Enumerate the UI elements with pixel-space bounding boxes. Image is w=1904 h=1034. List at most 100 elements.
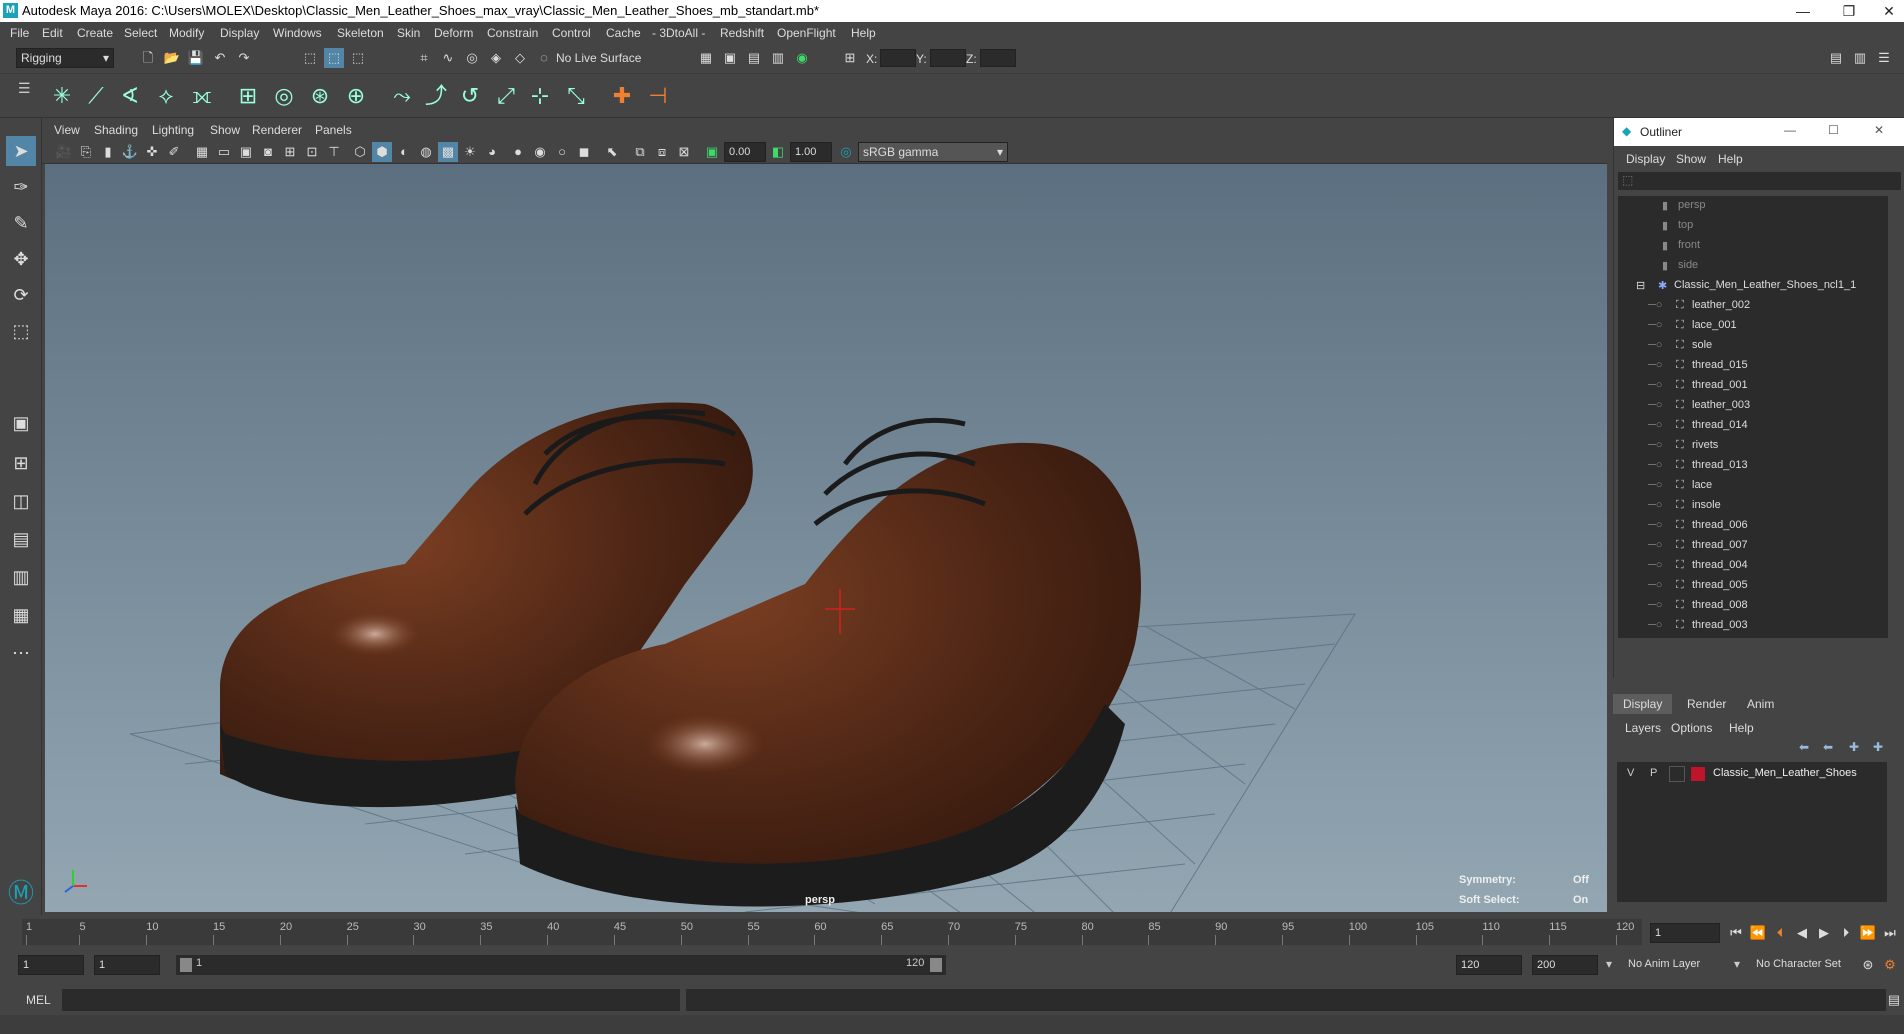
color-management-icon[interactable]: ◎ [836, 142, 856, 162]
scale-tool-icon[interactable]: ⬚ [6, 316, 36, 346]
outliner-menu-display[interactable]: Display [1626, 152, 1665, 166]
gate-mask-icon[interactable]: ◙ [258, 142, 278, 162]
outliner-item-thread-005[interactable]: ─○ ⛶ thread_005 [1618, 576, 1888, 596]
default-material-icon[interactable]: ◐ [394, 142, 414, 162]
shadows-icon[interactable]: ◕ [482, 142, 502, 162]
modeling-toolkit-icon[interactable]: ▤ [1826, 48, 1846, 68]
x-field[interactable] [880, 49, 916, 67]
go-to-start-icon[interactable]: ⏮ [1726, 923, 1746, 943]
set-driven-key-icon[interactable]: ⊣ [642, 80, 674, 112]
wrap-icon[interactable]: ⊛ [304, 80, 336, 112]
tab-anim[interactable]: Anim [1737, 694, 1784, 714]
step-forward-key-icon[interactable]: ⏵ [1836, 923, 1856, 943]
move-tool-icon[interactable]: ✥ [6, 244, 36, 274]
script-editor-icon[interactable]: ▤ [1884, 990, 1904, 1010]
persp-outliner-layout-icon[interactable]: ▤ [6, 524, 36, 554]
live-surface-icon[interactable]: ◌ [534, 48, 554, 68]
menu-deform[interactable]: Deform [434, 26, 473, 40]
outliner-item-lace-001[interactable]: ─○ ⛶ lace_001 [1618, 316, 1888, 336]
step-back-key-icon[interactable]: ⏴ [1770, 923, 1790, 943]
textured-icon[interactable]: ▩ [438, 142, 458, 162]
menu-3dtoall[interactable]: - 3DtoAll - [652, 26, 705, 40]
cluster-icon[interactable]: ⊞ [232, 80, 264, 112]
tab-display[interactable]: Display [1613, 694, 1673, 714]
xray-joints-icon[interactable]: ⧈ [652, 142, 672, 162]
outliner-item-thread-003[interactable]: ─○ ⛶ thread_003 [1618, 616, 1888, 636]
select-tool-icon[interactable]: ➤ [6, 136, 36, 166]
layers-menu-layers[interactable]: Layers [1625, 721, 1661, 735]
current-frame-field[interactable]: 1 [1650, 923, 1720, 943]
character-set-dropdown[interactable]: No Character Set [1756, 958, 1841, 970]
outliner-item-thread-006[interactable]: ─○ ⛶ thread_006 [1618, 516, 1888, 536]
single-pane-layout-icon[interactable]: ▣ [6, 408, 36, 438]
render-frame-icon[interactable]: ▣ [720, 48, 740, 68]
playback-start-field[interactable]: 1 [94, 955, 160, 975]
anim-prefs-icon[interactable]: ⚙ [1880, 955, 1900, 975]
film-gate-icon[interactable]: ▭ [214, 142, 234, 162]
wireframe-icon[interactable]: ⬡ [350, 142, 370, 162]
select-hierarchy-icon[interactable]: ⬚ [300, 48, 320, 68]
time-slider[interactable]: 1 5 10 15 20 25 30 35 40 45 50 55 60 65 70 75 80 85 90 95 10… [0, 915, 1904, 947]
end-time-field[interactable]: 200 [1532, 955, 1598, 975]
paint-select-icon[interactable]: ✎ [6, 208, 36, 238]
z-field[interactable] [980, 49, 1016, 67]
vp-menu-view[interactable]: View [54, 123, 80, 137]
menu-set-dropdown[interactable]: Rigging ▾ [16, 48, 114, 68]
minimize-button[interactable]: — [1780, 0, 1826, 22]
menu-skin[interactable]: Skin [397, 26, 420, 40]
exposure-icon[interactable]: ▣ [702, 142, 722, 162]
ambient-occlusion-icon[interactable]: ● [508, 142, 528, 162]
chevron-down-icon[interactable]: ▾ [1734, 957, 1740, 971]
menu-openflight[interactable]: OpenFlight [777, 26, 836, 40]
layer-row[interactable]: V P Classic_Men_Leather_Shoes [1617, 764, 1887, 784]
tab-render[interactable]: Render [1677, 694, 1736, 714]
parent-constraint-icon[interactable]: ⊹ [524, 80, 556, 112]
lasso-tool-icon[interactable]: ✑ [6, 172, 36, 202]
move-layer-down-icon[interactable]: ⬅ [1823, 740, 1833, 754]
outliner-item-thread-014[interactable]: ─○ ⛶ thread_014 [1618, 416, 1888, 436]
menu-help[interactable]: Help [851, 26, 876, 40]
anti-aliasing-icon[interactable]: ○ [552, 142, 572, 162]
outliner-item-rivets[interactable]: ─○ ⛶ rivets [1618, 436, 1888, 456]
menu-constrain[interactable]: Constrain [487, 26, 538, 40]
safe-title-icon[interactable]: ⊤ [324, 142, 344, 162]
outliner-item-insole[interactable]: ─○ ⛶ insole [1618, 496, 1888, 516]
channel-box-icon[interactable]: ☰ [1874, 48, 1894, 68]
outliner-item-group[interactable]: ⊟ ✱ Classic_Men_Leather_Shoes_ncl1_1 [1618, 276, 1888, 296]
hypershade-icon[interactable]: ◉ [792, 48, 812, 68]
menu-file[interactable]: File [10, 26, 29, 40]
layer-playback-toggle[interactable]: P [1650, 767, 1657, 779]
outliner-item-lace[interactable]: ─○ ⛶ lace [1618, 476, 1888, 496]
hypershade-layout-icon[interactable]: ▦ [6, 600, 36, 630]
menu-select[interactable]: Select [124, 26, 157, 40]
shelf-menu-icon[interactable]: ☰ [18, 80, 31, 97]
auto-key-icon[interactable]: ⊛ [1858, 955, 1878, 975]
two-pane-layout-icon[interactable]: ◫ [6, 486, 36, 516]
menu-control[interactable]: Control [552, 26, 591, 40]
grid-toggle-icon[interactable]: ▦ [192, 142, 212, 162]
outliner-item-leather-002[interactable]: ─○ ⛶ leather_002 [1618, 296, 1888, 316]
wireframe-on-shaded-icon[interactable]: ◍ [416, 142, 436, 162]
vp-menu-renderer[interactable]: Renderer [252, 123, 302, 137]
gamma-field[interactable]: 1.00 [790, 142, 832, 162]
range-start-handle[interactable] [180, 958, 192, 972]
attribute-editor-icon[interactable]: ▥ [1850, 48, 1870, 68]
layer-color-swatch[interactable] [1691, 767, 1705, 781]
outliner-item-front[interactable]: ▮ front [1618, 236, 1888, 256]
vp-menu-lighting[interactable]: Lighting [152, 123, 194, 137]
more-layouts-icon[interactable]: ⋯ [6, 638, 36, 668]
point-constraint-icon[interactable]: ⤳ [386, 80, 418, 112]
chevron-down-icon[interactable]: ▾ [1606, 957, 1612, 971]
grease-pencil-icon[interactable]: ✐ [164, 142, 184, 162]
snap-point-icon[interactable]: ◎ [462, 48, 482, 68]
layer-visibility-toggle[interactable]: V [1627, 767, 1634, 779]
layers-menu-options[interactable]: Options [1671, 721, 1712, 735]
outliner-menu-show[interactable]: Show [1676, 152, 1706, 166]
gamma-icon[interactable]: ◧ [768, 142, 788, 162]
menu-create[interactable]: Create [77, 26, 113, 40]
snap-view-icon[interactable]: ◈ [486, 48, 506, 68]
pole-vector-icon[interactable]: ⤡ [560, 80, 592, 112]
play-forwards-icon[interactable]: ▶ [1814, 923, 1834, 943]
new-empty-layer-icon[interactable]: ✚ [1849, 740, 1859, 754]
menu-edit[interactable]: Edit [42, 26, 63, 40]
